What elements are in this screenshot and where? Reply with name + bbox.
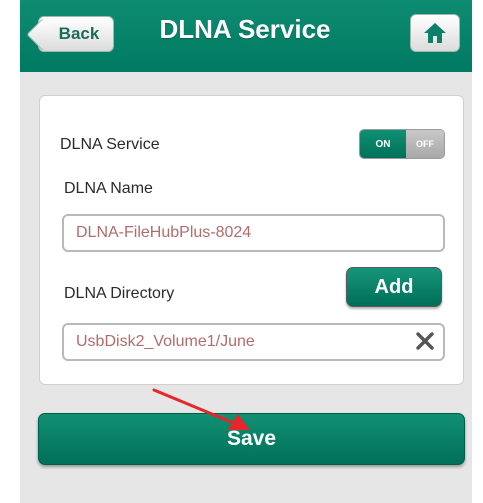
home-icon <box>424 23 446 43</box>
home-button[interactable] <box>410 14 460 52</box>
dlna-service-label: DLNA Service <box>60 136 160 153</box>
close-icon <box>416 332 434 350</box>
toggle-on-label: ON <box>360 130 406 158</box>
add-button-label: Add <box>374 275 414 298</box>
header-bar: Back DLNA Service <box>20 0 472 72</box>
save-button[interactable]: Save <box>38 413 465 465</box>
toggle-off-label: OFF <box>406 130 444 158</box>
page-title: DLNA Service <box>159 14 331 44</box>
dlna-name-input[interactable] <box>76 224 443 242</box>
save-button-label: Save <box>226 427 277 450</box>
dlna-service-toggle[interactable]: ON OFF <box>359 129 445 159</box>
dlna-name-field[interactable] <box>62 214 445 252</box>
clear-directory-button[interactable] <box>413 329 437 353</box>
dlna-directory-label: DLNA Directory <box>64 285 175 302</box>
dlna-service-screen: Back DLNA Service DLNA Service ON OFF DL… <box>20 0 472 503</box>
back-button-label: Back <box>58 24 100 43</box>
back-button[interactable]: Back <box>38 16 114 52</box>
dlna-directory-input[interactable] <box>76 333 407 351</box>
dlna-directory-field[interactable] <box>62 323 445 361</box>
dlna-name-label: DLNA Name <box>64 180 153 197</box>
add-directory-button[interactable]: Add <box>346 267 442 307</box>
